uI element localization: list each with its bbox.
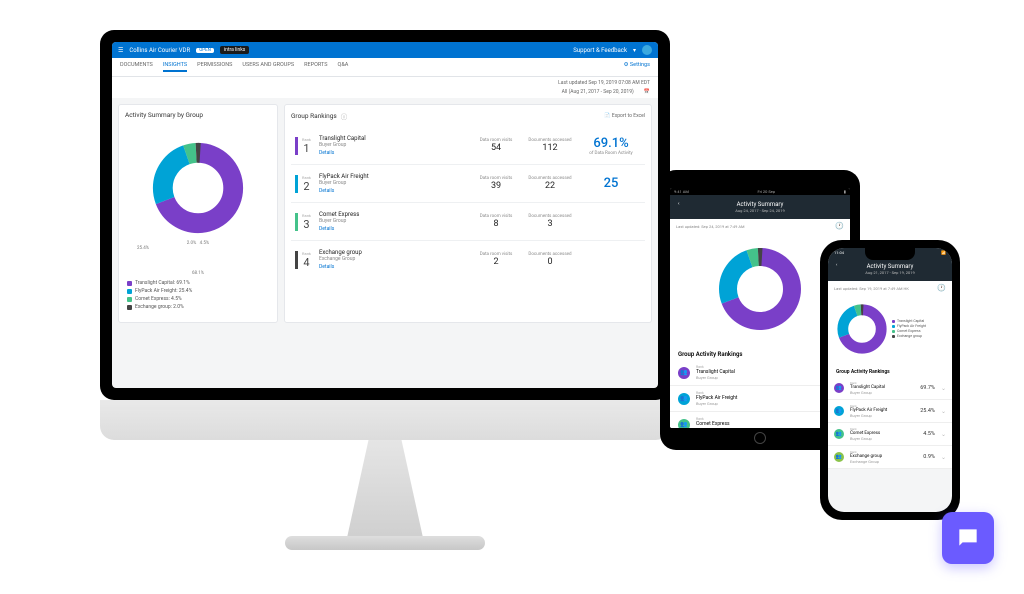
details-link[interactable]: Details	[319, 188, 465, 194]
calendar-icon[interactable]: 📅	[644, 89, 650, 95]
settings-link[interactable]: ⚙ Settings	[624, 62, 650, 72]
tablet-header: ‹ Activity Summary Aug 24, 2017 - Sep 24…	[670, 195, 850, 219]
app-header: ☰ Collins Air Courier VDR OPEN intra lin…	[112, 42, 658, 58]
subheader-range: All (Aug 21, 2017 - Sep 20, 2019) 📅	[112, 89, 658, 98]
legend-item: Exchange group	[892, 334, 926, 338]
info-icon[interactable]: ⓘ	[341, 111, 348, 121]
status-time: 11:04	[834, 250, 844, 255]
tab-users[interactable]: USERS AND GROUPS	[242, 62, 294, 72]
phone-chart-row: Translight CapitalFlyPack Air FreightCom…	[828, 295, 952, 363]
chevron-down-icon: ⌄	[941, 431, 946, 438]
tab-reports[interactable]: REPORTS	[304, 62, 327, 72]
panel-title: Group Rankings	[291, 112, 337, 120]
chevron-down-icon: ⌄	[941, 454, 946, 461]
chart-legend: Translight Capital: 69.1% FlyPack Air Fre…	[125, 276, 271, 316]
imac-device: ☰ Collins Air Courier VDR OPEN intra lin…	[100, 30, 670, 400]
legend-item: Translight Capital	[892, 319, 926, 323]
tablet-range: Aug 24, 2017 - Sep 24, 2019	[674, 208, 846, 213]
status-date: Fri 20 Sep	[757, 189, 775, 194]
avatar[interactable]	[642, 45, 652, 55]
signal-icon: 📶	[941, 250, 946, 255]
subheader: Last updated Sep 19, 2019 07:08 AM EDT	[112, 77, 658, 89]
tab-insights[interactable]: INSIGHTS	[163, 62, 187, 72]
list-item[interactable]: 👥 RankExchange groupExchange Group 0.9% …	[828, 446, 952, 469]
tab-permissions[interactable]: PERMISSIONS	[197, 62, 232, 72]
chat-icon	[955, 525, 981, 551]
tab-documents[interactable]: DOCUMENTS	[120, 62, 153, 72]
panel-title: Activity Summary by Group	[125, 111, 271, 119]
callout-upper: 4.5%	[200, 241, 210, 246]
back-icon[interactable]: ‹	[836, 263, 837, 268]
status-badge: OPEN	[196, 48, 214, 53]
chevron-down-icon: ⌄	[941, 385, 946, 392]
support-link[interactable]: Support & Feedback	[573, 47, 627, 54]
legend-item: FlyPack Air Freight	[892, 324, 926, 328]
legend-item: Comet Express: 4.5%	[127, 296, 269, 302]
tab-qa[interactable]: Q&A	[338, 62, 349, 72]
menu-icon[interactable]: ☰	[118, 47, 123, 54]
legend-item: Exchange group: 2.0%	[127, 304, 269, 310]
chevron-down-icon[interactable]: ▾	[633, 47, 636, 54]
iphone-device: 11:04 📶 ‹ Activity Summary Aug 21, 2017 …	[820, 240, 960, 520]
status-time: 9:41 AM	[674, 189, 689, 194]
details-link[interactable]: Details	[319, 150, 465, 156]
chat-button[interactable]	[942, 512, 994, 564]
imac-base	[285, 536, 485, 550]
legend-item: Translight Capital: 69.1%	[127, 280, 269, 286]
phone-range: Aug 21, 2017 - Sep 19, 2019	[832, 270, 948, 275]
tablet-updated: Last updated: Sep 24, 2019 at 7:49 AM 🕐	[670, 219, 850, 233]
brand-tag: intra links	[220, 46, 249, 54]
iphone-screen: 11:04 📶 ‹ Activity Summary Aug 21, 2017 …	[828, 248, 952, 512]
imac-stand	[330, 440, 440, 540]
donut-chart	[125, 125, 271, 251]
callout-left: 25.4%	[137, 246, 149, 251]
details-link[interactable]: Details	[319, 226, 465, 232]
date-range[interactable]: All (Aug 21, 2017 - Sep 20, 2019)	[562, 89, 634, 95]
phone-section-title: Group Activity Rankings	[828, 363, 952, 377]
phone-title: Activity Summary	[832, 263, 948, 270]
imac-chin	[100, 400, 670, 440]
app-title: Collins Air Courier VDR	[129, 47, 190, 54]
back-icon[interactable]: ‹	[678, 201, 680, 207]
chevron-down-icon: ⌄	[941, 408, 946, 415]
list-item[interactable]: 👥 RankComet ExpressBuyer Group 4.5% ⌄	[828, 423, 952, 446]
clock-icon[interactable]: 🕐	[835, 222, 844, 230]
last-updated: Last updated Sep 19, 2019 07:08 AM EDT	[558, 80, 650, 86]
clock-icon[interactable]: 🕐	[937, 284, 946, 292]
phone-header: ‹ Activity Summary Aug 21, 2017 - Sep 19…	[828, 257, 952, 281]
desktop-app: ☰ Collins Air Courier VDR OPEN intra lin…	[112, 42, 658, 388]
tablet-title: Activity Summary	[674, 201, 846, 208]
rank-row[interactable]: Rank4 Exchange group Exchange Group Deta…	[291, 241, 645, 278]
activity-summary-panel: Activity Summary by Group 2.0%	[118, 104, 278, 323]
rank-row[interactable]: Rank2 FlyPack Air Freight Buyer Group De…	[291, 165, 645, 203]
rank-row[interactable]: Rank3 Comet Express Buyer Group Details …	[291, 203, 645, 241]
list-item[interactable]: 👥 RankTranslight CapitalBuyer Group 69.7…	[828, 377, 952, 400]
phone-updated: Last updated: Sep 19, 2019 at 7:49 AM HK…	[828, 281, 952, 295]
home-button[interactable]	[754, 432, 766, 444]
nav-tabs: DOCUMENTS INSIGHTS PERMISSIONS USERS AND…	[112, 58, 658, 77]
legend-item: Comet Express	[892, 329, 926, 333]
callout-top: 2.0%	[187, 241, 197, 246]
battery-icon: ▮	[844, 189, 846, 194]
rank-row[interactable]: Rank1 Translight Capital Buyer Group Det…	[291, 127, 645, 165]
legend-item: FlyPack Air Freight: 25.4%	[127, 288, 269, 294]
callout-bottom: 68.1%	[192, 271, 204, 276]
notch	[865, 248, 915, 260]
details-link[interactable]: Details	[319, 264, 465, 270]
phone-legend: Translight CapitalFlyPack Air FreightCom…	[892, 319, 926, 339]
export-link[interactable]: 📄 Export to Excel	[604, 113, 645, 119]
list-item[interactable]: 👥 RankFlyPack Air FreightBuyer Group 25.…	[828, 400, 952, 423]
group-rankings-panel: Group Rankings ⓘ 📄 Export to Excel Rank1…	[284, 104, 652, 323]
imac-screen: ☰ Collins Air Courier VDR OPEN intra lin…	[100, 30, 670, 400]
